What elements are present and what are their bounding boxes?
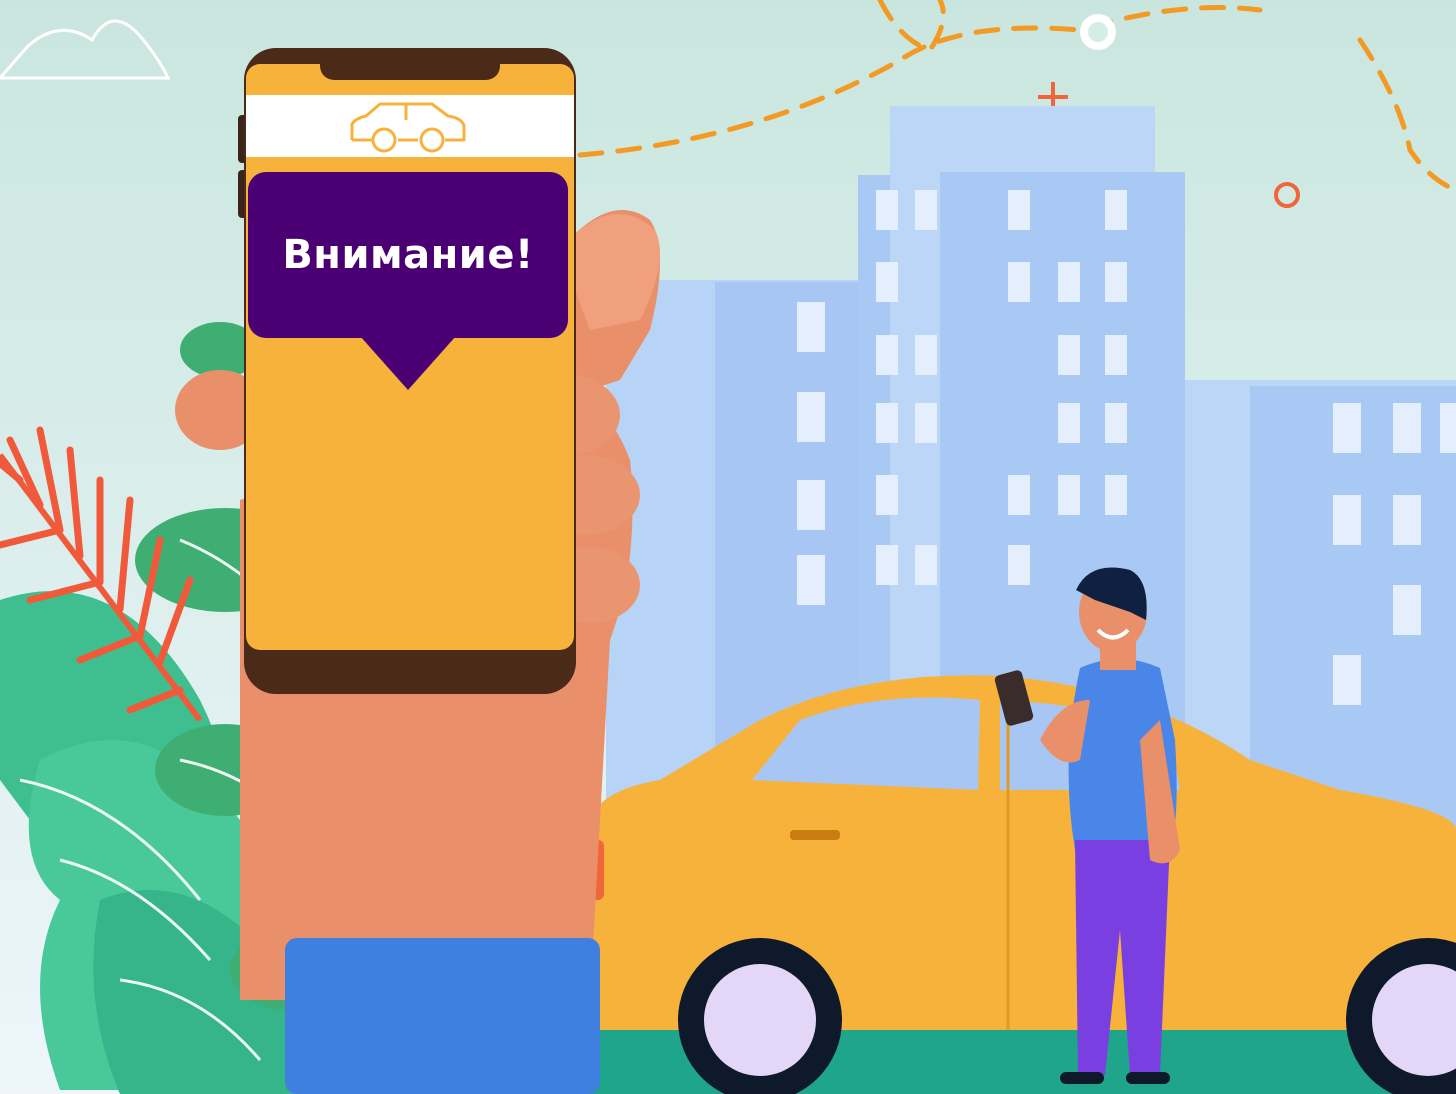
- notification-bubble-tail: [360, 336, 456, 390]
- sleeve: [285, 938, 600, 1094]
- route-node-inner: [1088, 22, 1108, 42]
- notification-bubble: Внимание!: [248, 172, 568, 338]
- scene-svg: [0, 0, 1456, 1094]
- notification-text: Внимание!: [282, 232, 534, 278]
